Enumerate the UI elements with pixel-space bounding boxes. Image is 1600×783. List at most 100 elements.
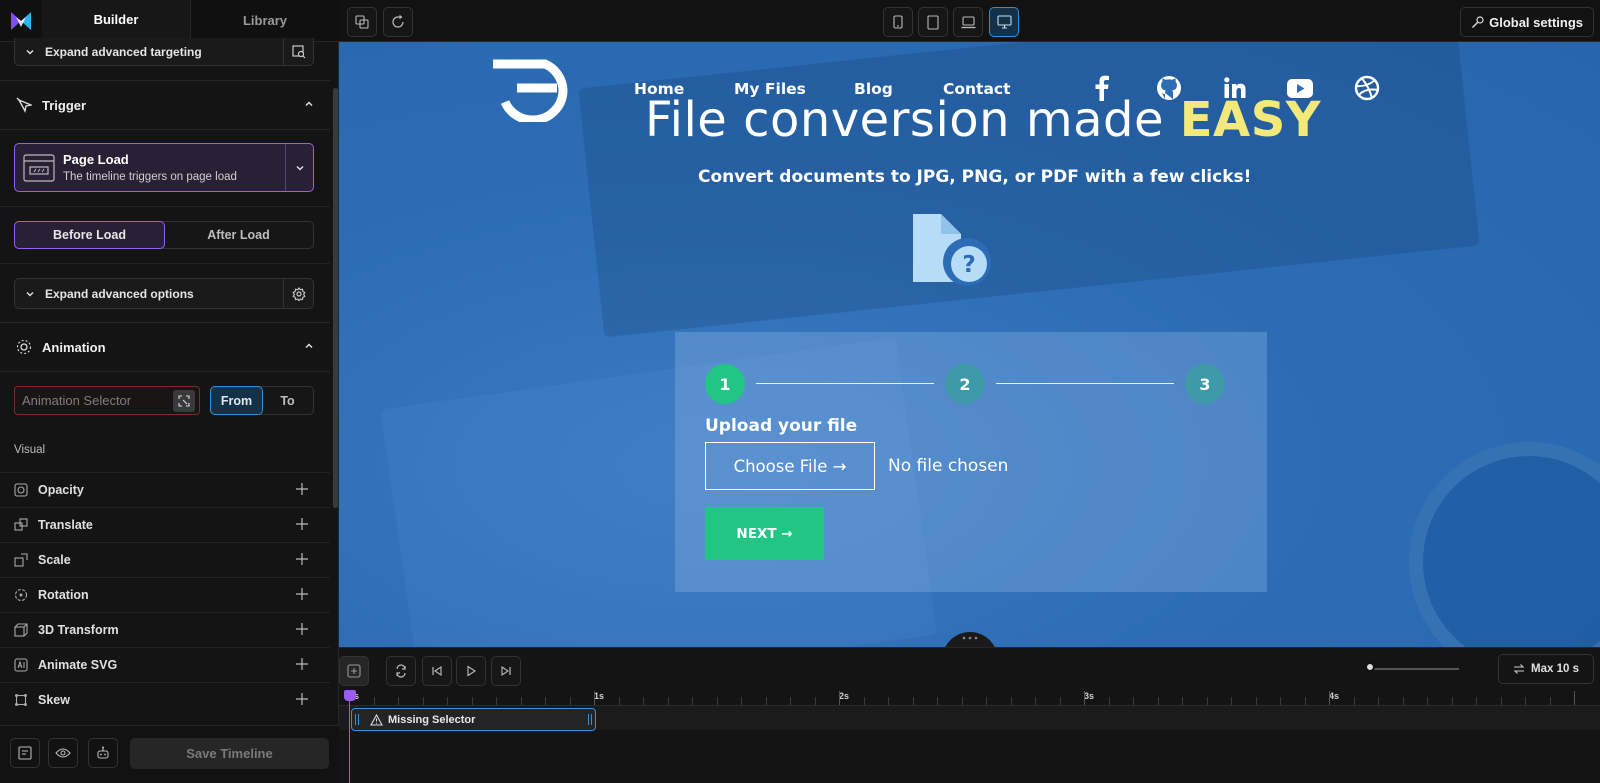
sidebar-footer: Save Timeline <box>0 725 339 783</box>
hero-highlight: EASY <box>1179 92 1322 148</box>
trigger-section-header[interactable]: Trigger <box>0 80 330 130</box>
after-load-option[interactable]: After Load <box>164 222 313 248</box>
loop-button[interactable] <box>386 656 416 686</box>
add-square-icon <box>347 664 361 678</box>
trigger-section-title: Trigger <box>42 97 87 113</box>
zoom-slider-track[interactable] <box>1369 668 1459 670</box>
property-3d-transform[interactable]: 3D Transform <box>0 612 330 647</box>
ruler-tick <box>1231 697 1232 705</box>
playhead-handle[interactable] <box>344 690 356 701</box>
ruler-tick <box>1378 697 1379 705</box>
app-logo-icon[interactable] <box>0 0 42 42</box>
ruler-tick <box>422 697 424 705</box>
ruler-tick <box>1476 697 1477 705</box>
desktop-icon <box>996 15 1012 29</box>
hero-heading: File conversion made EASY <box>645 92 1321 148</box>
visual-group-label: Visual <box>14 444 46 456</box>
device-laptop-button[interactable] <box>953 7 983 37</box>
tick-label: 1s <box>594 691 605 701</box>
ruler-tick <box>790 697 791 705</box>
plus-icon[interactable] <box>296 657 308 673</box>
next-button[interactable]: NEXT → <box>705 507 824 560</box>
tab-library[interactable]: Library <box>190 0 339 41</box>
playhead-line[interactable] <box>349 690 350 783</box>
trigger-icon <box>16 97 32 113</box>
device-mobile-button[interactable] <box>883 7 913 37</box>
skip-forward-button[interactable] <box>491 656 521 686</box>
device-desktop-button[interactable] <box>989 7 1019 37</box>
time-ruler[interactable]: 0s 1s 2s 3s 4s <box>339 690 1600 706</box>
ruler-tick <box>398 697 399 705</box>
gear-icon[interactable] <box>283 279 313 308</box>
trigger-dropdown-button[interactable] <box>285 144 313 191</box>
unknown-file-icon: ? <box>909 212 991 289</box>
trigger-select[interactable]: Page Load The timeline triggers on page … <box>14 143 314 192</box>
background-keyboard <box>578 42 1480 338</box>
property-label: Scale <box>38 553 71 567</box>
choose-file-button[interactable]: Choose File → <box>705 442 875 490</box>
animation-section-header[interactable]: Animation <box>0 322 330 372</box>
property-skew[interactable]: Skew <box>0 682 330 717</box>
element-picker-icon[interactable] <box>173 389 195 412</box>
ruler-tick <box>1549 697 1551 705</box>
ruler-tick <box>741 697 742 705</box>
chevron-up-icon <box>304 340 314 354</box>
no-file-chosen-text: No file chosen <box>888 456 1009 476</box>
ruler-tick <box>986 697 987 705</box>
plus-icon[interactable] <box>296 517 308 533</box>
site-logo[interactable] <box>487 58 569 125</box>
expand-targeting-row[interactable]: Expand advanced targeting <box>14 37 314 66</box>
global-settings-button[interactable]: Global settings <box>1460 7 1594 37</box>
trigger-selected-label: Page Load <box>63 152 129 167</box>
ruler-tick <box>1182 697 1183 705</box>
ruler-tick <box>692 697 693 705</box>
play-button[interactable] <box>456 656 486 686</box>
robot-icon <box>97 746 109 759</box>
ruler-tick <box>912 697 914 705</box>
skip-back-button[interactable] <box>422 656 452 686</box>
expand-options-row[interactable]: Expand advanced options <box>14 278 314 309</box>
timeline-clip[interactable]: Missing Selector <box>351 708 596 731</box>
clip-end-handle[interactable] <box>588 714 592 725</box>
export-button[interactable] <box>10 738 40 768</box>
sidebar-scrollbar[interactable] <box>333 88 338 508</box>
from-option[interactable]: From <box>210 386 263 415</box>
add-keyframe-button[interactable] <box>339 656 369 686</box>
preview-button[interactable] <box>48 738 78 768</box>
skew-icon <box>14 693 28 707</box>
device-tablet-button[interactable] <box>918 7 948 37</box>
property-rotation[interactable]: Rotation <box>0 577 330 612</box>
to-option[interactable]: To <box>262 387 313 414</box>
property-animate-svg[interactable]: Animate SVG <box>0 647 330 682</box>
dribbble-icon[interactable] <box>1354 75 1380 104</box>
animation-section-title: Animation <box>42 339 106 355</box>
ai-assistant-button[interactable] <box>88 738 118 768</box>
before-load-option[interactable]: Before Load <box>14 221 165 249</box>
preview-canvas[interactable]: Home My Files Blog Contact File conversi… <box>339 42 1600 647</box>
ruler-tick <box>594 691 595 705</box>
tab-builder[interactable]: Builder <box>42 0 190 41</box>
plus-icon[interactable] <box>296 692 308 708</box>
plus-icon[interactable] <box>296 622 308 638</box>
property-label: Translate <box>38 518 93 532</box>
zoom-slider-handle[interactable] <box>1365 662 1375 672</box>
save-timeline-button[interactable]: Save Timeline <box>130 738 329 769</box>
resize-handle[interactable] <box>942 632 998 647</box>
property-translate[interactable]: Translate <box>0 507 330 542</box>
property-scale[interactable]: Scale <box>0 542 330 577</box>
layers-button[interactable] <box>347 7 377 37</box>
reset-button[interactable] <box>383 7 413 37</box>
clip-start-handle[interactable] <box>355 714 359 725</box>
target-inspect-icon[interactable] <box>283 37 313 66</box>
ruler-tick <box>888 697 889 705</box>
plus-icon[interactable] <box>296 482 308 498</box>
plus-icon[interactable] <box>296 587 308 603</box>
ruler-tick <box>716 697 718 705</box>
divider <box>0 206 330 207</box>
property-opacity[interactable]: Opacity <box>0 472 330 507</box>
tick-label: 3s <box>1084 691 1095 701</box>
animation-selector-input[interactable]: Animation Selector <box>14 386 200 415</box>
plus-icon[interactable] <box>296 552 308 568</box>
max-duration-button[interactable]: Max 10 s <box>1498 654 1594 684</box>
chevron-down-icon <box>25 47 35 57</box>
